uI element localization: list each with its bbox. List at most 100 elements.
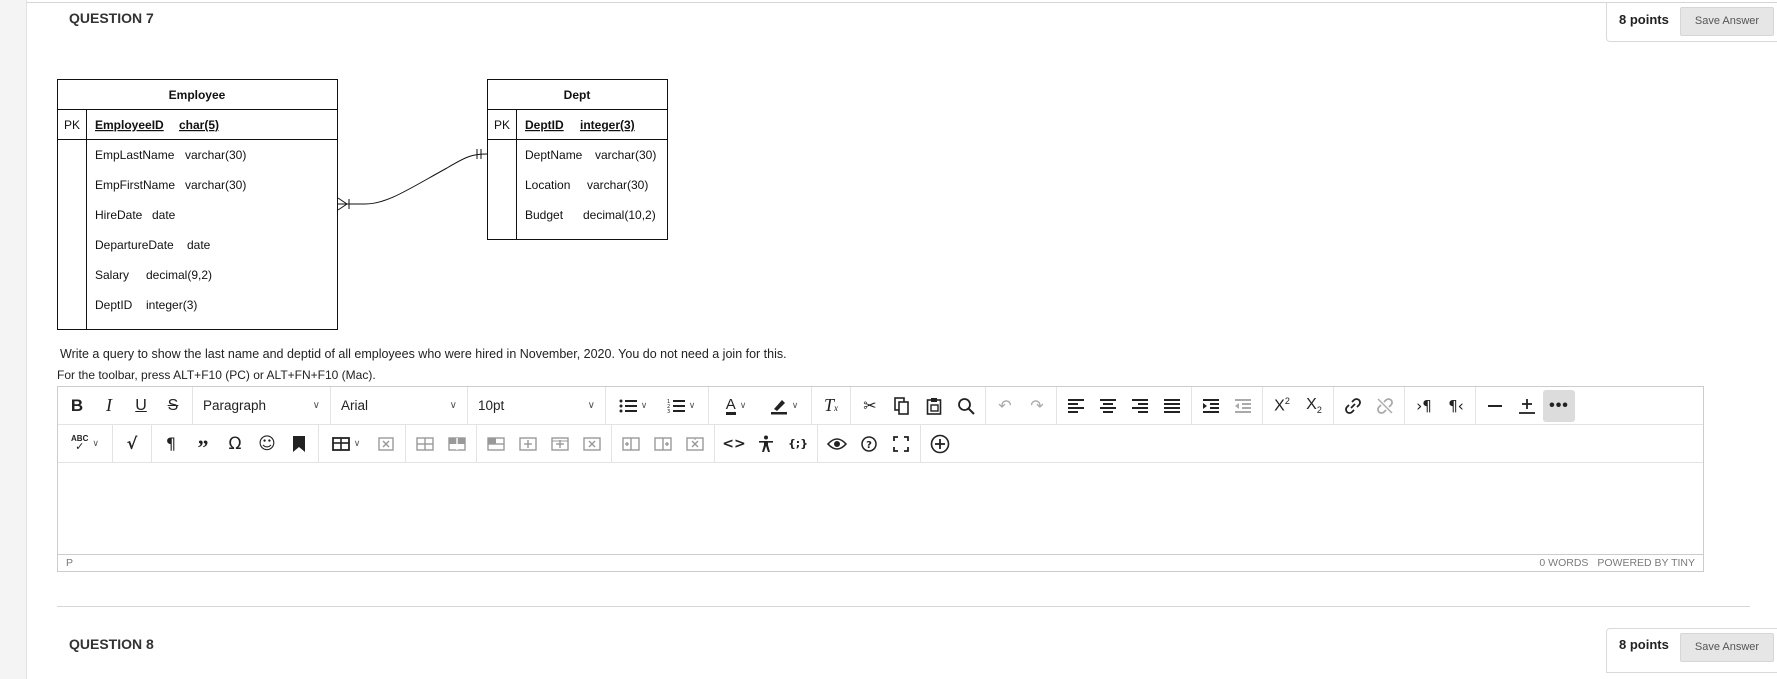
delete-table-button[interactable] xyxy=(370,428,402,460)
powered-by-link[interactable]: POWERED BY TINY xyxy=(1597,557,1695,569)
source-code-button[interactable]: <> xyxy=(718,428,750,460)
rtl-button[interactable]: ¶‹ xyxy=(1440,390,1472,422)
math-group: √ xyxy=(113,424,152,463)
italic-button[interactable]: I xyxy=(93,390,125,422)
bookmark-button[interactable] xyxy=(283,428,315,460)
toolbar-hint: For the toolbar, press ALT+F10 (PC) or A… xyxy=(57,368,376,382)
highlight-color-button[interactable]: ∨ xyxy=(760,390,808,422)
emoticons-button[interactable]: ☺ xyxy=(251,428,283,460)
horizontal-line-button[interactable] xyxy=(1479,390,1511,422)
delete-row-button[interactable] xyxy=(576,428,608,460)
search-icon xyxy=(958,397,975,415)
help-icon: ? xyxy=(861,435,877,452)
fullscreen-button[interactable] xyxy=(885,428,917,460)
accessibility-checker-button[interactable] xyxy=(750,428,782,460)
bullet-list-icon xyxy=(619,399,637,412)
chevron-down-icon: ∨ xyxy=(791,400,799,411)
paragraph-mark-button[interactable]: ¶ xyxy=(155,428,187,460)
bullet-list-button[interactable]: ∨ xyxy=(609,390,657,422)
text-color-button[interactable]: A ∨ xyxy=(712,390,760,422)
font-family-value: Arial xyxy=(341,398,369,413)
element-path[interactable]: P xyxy=(66,557,73,569)
view-group: ? xyxy=(818,424,921,463)
insert-row-after-icon xyxy=(519,436,537,451)
employee-pk-field: EmployeeID xyxy=(95,118,164,132)
blockquote-button[interactable]: ” xyxy=(187,428,219,460)
list-group: ∨ 123 ∨ xyxy=(606,386,709,425)
highlighter-icon xyxy=(770,399,787,414)
underline-button[interactable]: U xyxy=(125,390,157,422)
delete-col-button[interactable] xyxy=(679,428,711,460)
insert-link-button[interactable] xyxy=(1337,390,1369,422)
block-format-value: Paragraph xyxy=(203,398,267,413)
svg-text:3: 3 xyxy=(667,409,670,413)
align-center-button[interactable] xyxy=(1092,390,1124,422)
outdent-button[interactable] xyxy=(1227,390,1259,422)
ltr-icon: ›¶ xyxy=(1416,396,1432,415)
find-replace-button[interactable] xyxy=(950,390,982,422)
help-button[interactable]: ? xyxy=(853,428,885,460)
special-character-button[interactable]: Ω xyxy=(219,428,251,460)
preview-button[interactable] xyxy=(821,428,853,460)
question-8-points-box: 8 points Save Answer xyxy=(1606,628,1777,673)
chevron-down-icon: ∨ xyxy=(92,438,99,449)
question-8-save-button[interactable]: Save Answer xyxy=(1680,633,1774,662)
editor-toolbar-row-2: ABC ✓ ∨ √ ¶ ” Ω ☺ ∨ <> {;} ? xyxy=(58,424,1703,463)
add-content-button[interactable] xyxy=(924,428,956,460)
editor-toolbar-row-1: B I U S Paragraph ∨ Arial ∨ 10pt ∨ ∨ 1 2… xyxy=(58,386,1703,425)
math-equation-button[interactable]: √ xyxy=(116,428,148,460)
redo-button[interactable]: ↷ xyxy=(1021,390,1053,422)
table-cell-properties-button[interactable] xyxy=(441,428,473,460)
outdent-icon xyxy=(1235,398,1251,413)
insert-col-before-icon xyxy=(622,436,640,451)
question-7-save-button[interactable]: Save Answer xyxy=(1680,7,1774,36)
copy-button[interactable] xyxy=(886,390,918,422)
insert-content-button[interactable] xyxy=(1511,390,1543,422)
bold-button[interactable]: B xyxy=(61,390,93,422)
spellcheck-button[interactable]: ABC ✓ ∨ xyxy=(61,428,109,460)
eye-icon xyxy=(827,437,847,450)
insert-row-after-button[interactable] xyxy=(512,428,544,460)
status-right: 0 WORDS POWERED BY TINY xyxy=(1533,557,1695,569)
dept-field-name: DeptName xyxy=(525,148,583,162)
insert-group: ••• xyxy=(1476,387,1578,425)
align-left-icon xyxy=(1068,398,1084,413)
align-center-icon xyxy=(1100,398,1116,413)
special-group: ¶ ” Ω ☺ xyxy=(152,424,319,463)
more-options-button[interactable]: ••• xyxy=(1543,389,1575,422)
insert-col-button[interactable] xyxy=(544,428,576,460)
employee-entity: Employee PK EmployeeID char(5) EmpLastNa… xyxy=(57,79,338,330)
insert-col-icon xyxy=(551,436,569,451)
align-justify-button[interactable] xyxy=(1156,390,1188,422)
employee-field-type: decimal(9,2) xyxy=(146,268,212,282)
font-family-select[interactable]: Arial ∨ xyxy=(331,386,468,425)
font-size-select[interactable]: 10pt ∨ xyxy=(468,386,606,425)
clear-formatting-button[interactable]: Tx xyxy=(815,390,847,422)
align-left-button[interactable] xyxy=(1060,390,1092,422)
indent-button[interactable] xyxy=(1195,390,1227,422)
remove-link-button[interactable] xyxy=(1369,390,1401,422)
undo-button[interactable]: ↶ xyxy=(989,390,1021,422)
table-button[interactable]: ∨ xyxy=(322,428,370,460)
subscript-button[interactable]: X2 xyxy=(1298,390,1330,422)
insert-variable-button[interactable]: {;} xyxy=(782,428,814,460)
redo-icon: ↷ xyxy=(1030,396,1044,415)
answer-editor: B I U S Paragraph ∨ Arial ∨ 10pt ∨ ∨ 1 2… xyxy=(57,386,1704,572)
paste-button[interactable] xyxy=(918,390,950,422)
editor-statusbar: P 0 WORDS POWERED BY TINY xyxy=(58,554,1703,571)
align-right-button[interactable] xyxy=(1124,390,1156,422)
cut-button[interactable]: ✂ xyxy=(854,390,886,422)
block-format-select[interactable]: Paragraph ∨ xyxy=(193,386,331,425)
insert-col-before-button[interactable] xyxy=(615,428,647,460)
numbered-list-button[interactable]: 123 ∨ xyxy=(657,390,705,422)
table-row-properties-button[interactable] xyxy=(409,428,441,460)
align-justify-icon xyxy=(1164,398,1180,413)
word-count[interactable]: 0 WORDS xyxy=(1539,557,1588,569)
strikethrough-button[interactable]: S xyxy=(157,390,189,422)
superscript-button[interactable]: X2 xyxy=(1266,390,1298,422)
editor-content-area[interactable] xyxy=(58,464,1703,555)
dept-entity: Dept PK DeptID integer(3) DeptName varch… xyxy=(487,79,668,240)
insert-col-after-button[interactable] xyxy=(647,428,679,460)
insert-row-before-button[interactable] xyxy=(480,428,512,460)
ltr-button[interactable]: ›¶ xyxy=(1408,390,1440,422)
